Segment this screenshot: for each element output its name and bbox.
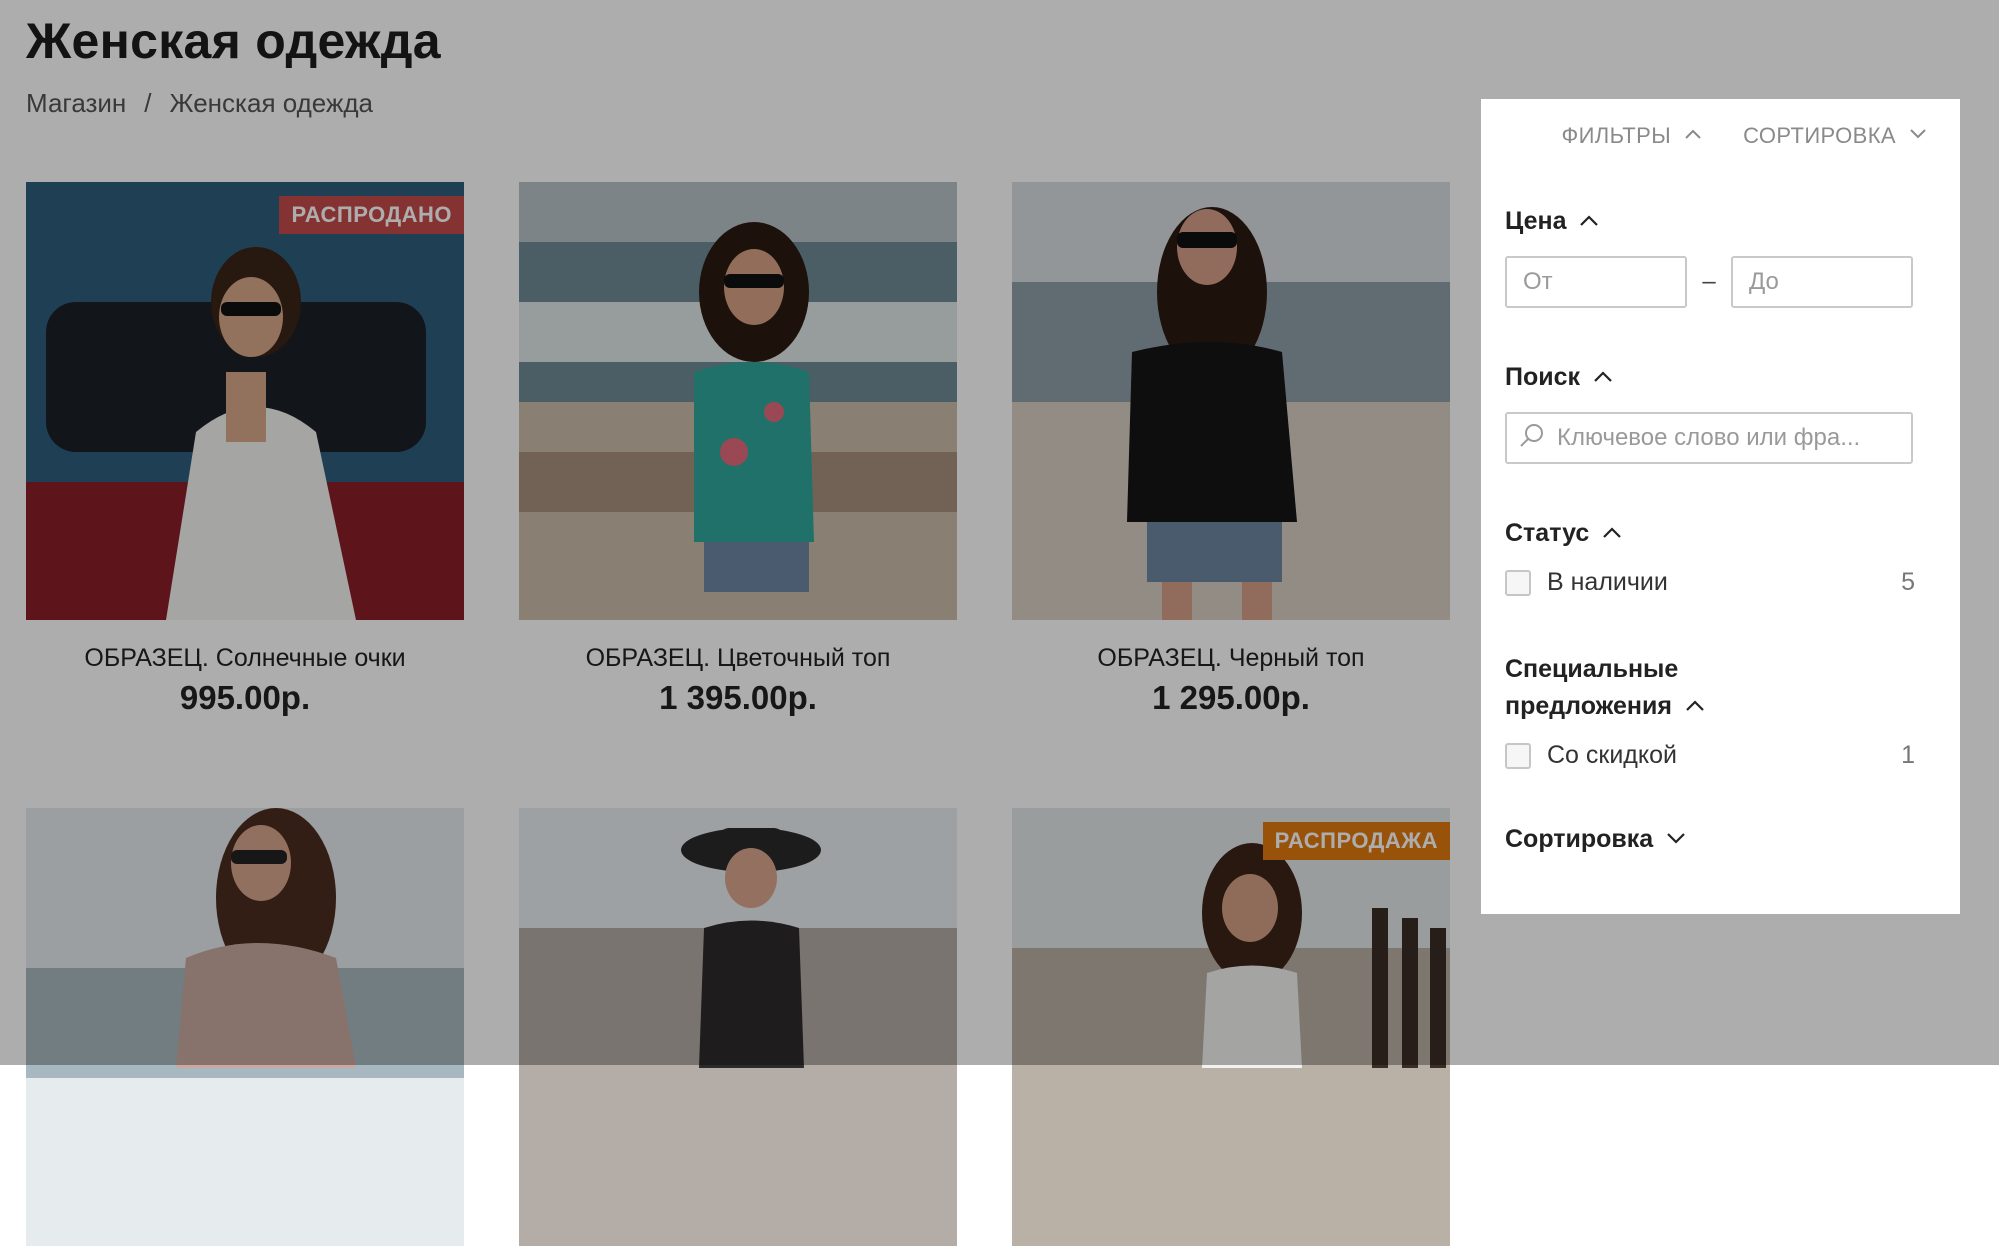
product-image[interactable] <box>519 182 957 620</box>
search-icon <box>1519 422 1545 455</box>
chevron-down-icon <box>1667 832 1685 847</box>
product-image[interactable]: РАСПРОДАНО <box>26 182 464 620</box>
product-name[interactable]: ОБРАЗЕЦ. Солнечные очки <box>26 644 464 673</box>
status-section: Статус В наличии 5 <box>1505 515 1915 597</box>
offers-title-line1: Специальные <box>1505 655 1679 683</box>
search-title: Поиск <box>1505 363 1581 391</box>
price-section: Цена От – До <box>1505 203 1915 308</box>
status-title: Статус <box>1505 519 1590 547</box>
tab-sort-label: СОРТИРОВКА <box>1743 123 1896 148</box>
price-to-input[interactable]: До <box>1731 256 1913 308</box>
product-card[interactable]: ОБРАЗЕЦ. Цветочный топ 1 395.00р. <box>519 182 957 717</box>
product-image[interactable]: РАСПРОДАЖА <box>1012 808 1450 1246</box>
tab-filters[interactable]: ФИЛЬТРЫ <box>1561 123 1701 149</box>
filter-panel: ФИЛЬТРЫ СОРТИРОВКА Цена От – До Поиск Кл… <box>1481 99 1960 914</box>
offers-section: Специальные предложения Со скидкой 1 <box>1505 651 1915 770</box>
discount-option[interactable]: Со скидкой 1 <box>1505 741 1915 770</box>
search-section: Поиск Ключевое слово или фра... <box>1505 359 1915 464</box>
breadcrumb: Магазин / Женская одежда <box>26 88 373 119</box>
in-stock-checkbox[interactable] <box>1505 569 1531 596</box>
sorting-title: Сортировка <box>1505 825 1654 853</box>
price-dash: – <box>1702 268 1716 295</box>
price-inputs: От – До <box>1505 256 1915 308</box>
sorting-toggle[interactable]: Сортировка <box>1505 821 1915 858</box>
page: Женская одежда Магазин / Женская одежда <box>0 0 1999 1246</box>
price-title: Цена <box>1505 207 1567 235</box>
product-card[interactable]: РАСПРОДАНО ОБРАЗЕЦ. Солнечные очки 995.0… <box>26 182 464 717</box>
offers-title-line2: предложения <box>1505 692 1672 720</box>
tab-sort[interactable]: СОРТИРОВКА <box>1743 123 1926 149</box>
product-name[interactable]: ОБРАЗЕЦ. Черный топ <box>1012 644 1450 673</box>
price-from-input[interactable]: От <box>1505 256 1687 308</box>
product-card[interactable] <box>519 808 957 1246</box>
product-price: 995.00р. <box>179 679 311 716</box>
status-toggle[interactable]: Статус <box>1505 515 1915 552</box>
breadcrumb-shop-link[interactable]: Магазин <box>26 88 126 119</box>
offers-toggle[interactable]: Специальные предложения <box>1505 651 1915 725</box>
in-stock-option[interactable]: В наличии 5 <box>1505 568 1915 597</box>
sale-badge: РАСПРОДАЖА <box>1262 822 1450 860</box>
chevron-up-icon <box>1580 214 1599 229</box>
product-price: 1 395.00р. <box>659 679 817 716</box>
product-card[interactable] <box>26 808 464 1246</box>
panel-tabs: ФИЛЬТРЫ СОРТИРОВКА <box>1561 123 1926 149</box>
chevron-up-icon <box>1686 699 1704 714</box>
sorting-section: Сортировка <box>1505 821 1915 858</box>
price-toggle[interactable]: Цена <box>1505 203 1915 240</box>
discount-checkbox[interactable] <box>1505 742 1531 769</box>
discount-count: 1 <box>1901 741 1915 769</box>
product-name[interactable]: ОБРАЗЕЦ. Цветочный топ <box>519 644 957 673</box>
in-stock-count: 5 <box>1901 568 1915 596</box>
sold-out-badge: РАСПРОДАНО <box>279 196 464 234</box>
chevron-down-icon <box>1910 129 1926 143</box>
product-card[interactable]: ОБРАЗЕЦ. Черный топ 1 295.00р. <box>1012 182 1450 717</box>
product-image[interactable] <box>26 808 464 1246</box>
chevron-up-icon <box>1685 129 1701 143</box>
product-image[interactable] <box>1012 182 1450 620</box>
product-price: 1 295.00р. <box>1152 679 1310 716</box>
product-card[interactable]: РАСПРОДАЖА <box>1012 808 1450 1246</box>
in-stock-label: В наличии <box>1547 568 1668 596</box>
page-title: Женская одежда <box>26 13 441 69</box>
breadcrumb-separator: / <box>144 88 152 118</box>
search-toggle[interactable]: Поиск <box>1505 359 1915 396</box>
chevron-up-icon <box>1594 370 1612 385</box>
product-image[interactable] <box>519 808 957 1246</box>
search-input[interactable]: Ключевое слово или фра... <box>1505 412 1913 464</box>
discount-label: Со скидкой <box>1547 741 1677 769</box>
tab-filters-label: ФИЛЬТРЫ <box>1561 123 1672 148</box>
chevron-up-icon <box>1603 526 1622 541</box>
search-placeholder: Ключевое слово или фра... <box>1557 424 1861 451</box>
breadcrumb-current: Женская одежда <box>169 88 373 118</box>
